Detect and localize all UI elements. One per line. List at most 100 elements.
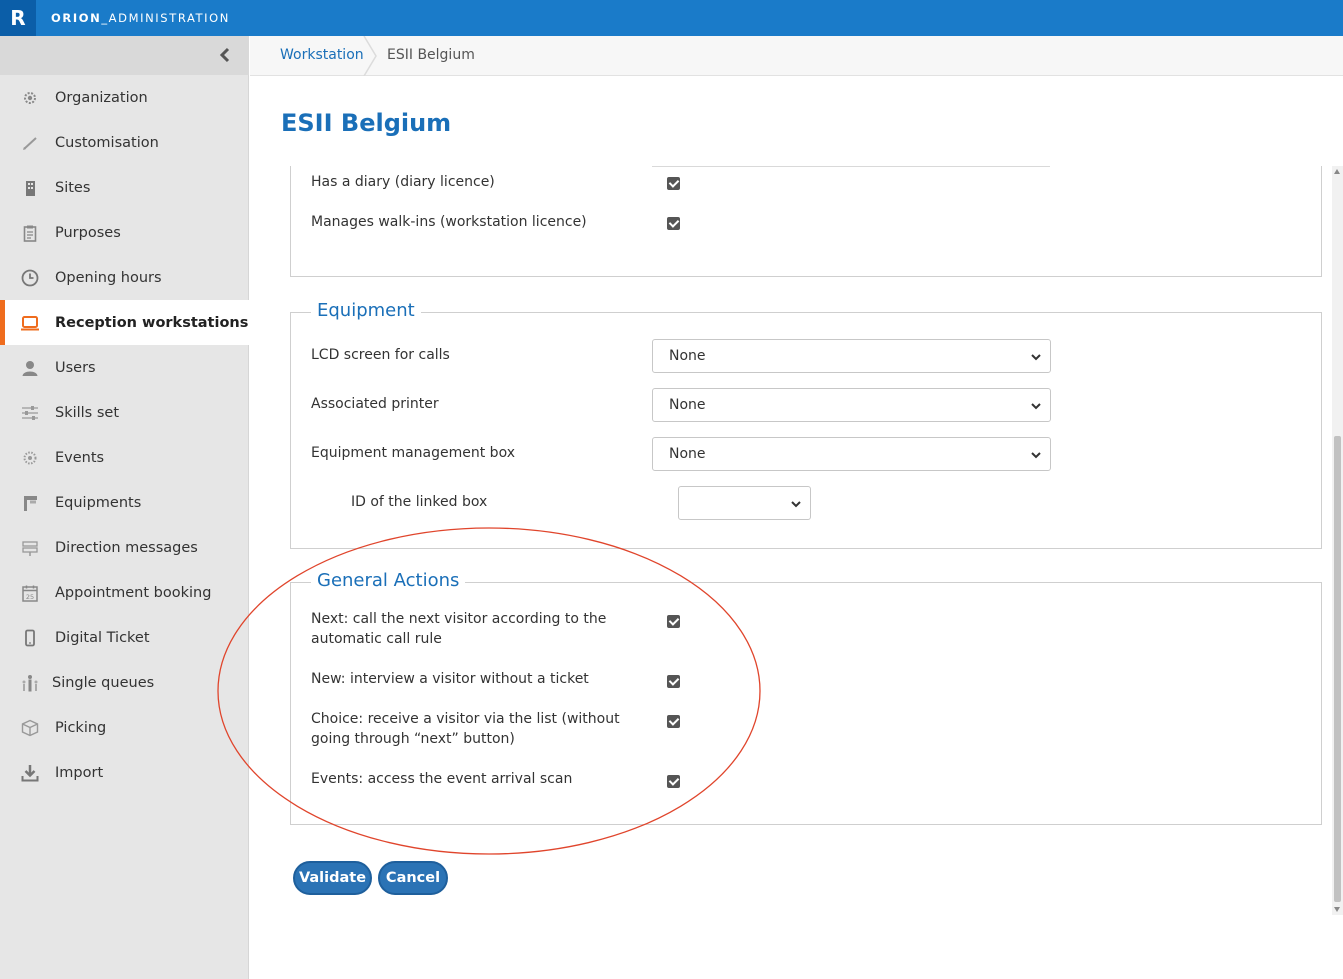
action-next-line1: Next: call the next visitor according to… [311, 611, 607, 627]
sidebar-item-purposes[interactable]: Purposes [0, 210, 249, 255]
sidebar-item-label: Equipments [55, 494, 142, 511]
action-next-label: Next: call the next visitor according to… [311, 609, 606, 649]
lcd-screen-select[interactable]: None [652, 339, 1051, 373]
action-choice-checkbox[interactable] [667, 715, 680, 728]
sidebar-item-label: Skills set [55, 404, 120, 421]
diary-licence-label: Has a diary (diary licence) [311, 174, 495, 190]
gear-cog-icon [20, 88, 40, 108]
printer-value: None [669, 397, 706, 413]
sidebar-item-skills-set[interactable]: Skills set [0, 390, 249, 435]
action-events-checkbox[interactable] [667, 775, 680, 788]
lcd-screen-label: LCD screen for calls [311, 347, 450, 363]
sidebar-item-label: Appointment booking [55, 584, 212, 601]
diary-licence-checkbox[interactable] [667, 177, 680, 190]
sidebar-item-customisation[interactable]: Customisation [0, 120, 249, 165]
signpost-icon [20, 538, 40, 558]
action-new-label: New: interview a visitor without a ticke… [311, 671, 589, 687]
sidebar-item-label: Sites [55, 179, 91, 196]
management-box-value: None [669, 446, 706, 462]
equipment-fieldset: Equipment LCD screen for calls None Asso… [290, 300, 1322, 549]
sidebar-item-label: Events [55, 449, 105, 466]
breadcrumb-separator-icon [363, 36, 377, 76]
management-box-select[interactable]: None [652, 437, 1051, 471]
validate-button[interactable]: Validate [293, 861, 372, 895]
divider [652, 166, 1050, 167]
action-choice-line1: Choice: receive a visitor via the list (… [311, 711, 620, 727]
sidebar-item-reception-workstations[interactable]: Reception workstations [0, 300, 249, 345]
sidebar-collapse-bar [0, 36, 249, 75]
sidebar-item-label: Digital Ticket [55, 629, 150, 646]
app-title: ORION_ADMINISTRATION [51, 11, 230, 25]
sidebar-item-direction-messages[interactable]: Direction messages [0, 525, 249, 570]
top-bar: R ORION_ADMINISTRATION [0, 0, 1343, 36]
cancel-button[interactable]: Cancel [378, 861, 448, 895]
printer-label: Associated printer [311, 396, 439, 412]
sidebar-item-label: Purposes [55, 224, 121, 241]
chevron-down-icon [1031, 403, 1041, 410]
chevron-down-icon [1031, 452, 1041, 459]
sidebar-item-opening-hours[interactable]: Opening hours [0, 255, 249, 300]
scroll-down-arrow-icon[interactable] [1334, 907, 1340, 912]
scroll-up-arrow-icon[interactable] [1334, 169, 1340, 174]
breadcrumb-current: ESII Belgium [387, 47, 475, 63]
chevron-left-icon[interactable] [217, 46, 233, 64]
sidebar-item-appointment-booking[interactable]: 25 Appointment booking [0, 570, 249, 615]
action-next-line2: automatic call rule [311, 631, 442, 647]
building-icon [20, 178, 40, 198]
general-actions-fieldset: General Actions Next: call the next visi… [290, 570, 1322, 825]
action-events-label: Events: access the event arrival scan [311, 771, 573, 787]
sidebar-item-picking[interactable]: Picking [0, 705, 249, 750]
content-scrollbar[interactable] [1332, 166, 1343, 915]
user-icon [20, 358, 40, 378]
chevron-down-icon [791, 501, 801, 508]
equipment-icon [20, 493, 40, 513]
lcd-screen-value: None [669, 348, 706, 364]
walkin-licence-label: Manages walk-ins (workstation licence) [311, 214, 587, 230]
calendar-number: 25 [26, 593, 34, 601]
linked-box-select[interactable] [678, 486, 811, 520]
scroll-thumb[interactable] [1334, 436, 1341, 902]
sidebar-item-events[interactable]: Events [0, 435, 249, 480]
chevron-down-icon [1031, 354, 1041, 361]
action-next-checkbox[interactable] [667, 615, 680, 628]
calendar-icon: 25 [20, 583, 40, 603]
app-logo[interactable]: R [0, 0, 36, 36]
phone-icon [20, 628, 40, 648]
breadcrumb-link-workstation[interactable]: Workstation [280, 47, 364, 63]
sidebar-item-single-queues[interactable]: Single queues [0, 660, 249, 705]
clipboard-icon [20, 223, 40, 243]
clock-icon [20, 268, 40, 288]
page-title: ESII Belgium [281, 109, 452, 137]
sidebar-item-digital-ticket[interactable]: Digital Ticket [0, 615, 249, 660]
linked-box-label: ID of the linked box [351, 494, 488, 510]
sparkle-icon [20, 448, 40, 468]
action-choice-label: Choice: receive a visitor via the list (… [311, 709, 620, 749]
licences-fieldset: Has a diary (diary licence) Manages walk… [290, 166, 1322, 277]
equipment-legend: Equipment [311, 300, 421, 321]
sidebar-item-equipments[interactable]: Equipments [0, 480, 249, 525]
printer-select[interactable]: None [652, 388, 1051, 422]
breadcrumb: Workstation ESII Belgium [250, 36, 1343, 76]
app-title-rest: _ADMINISTRATION [101, 11, 230, 25]
sidebar-item-import[interactable]: Import [0, 750, 249, 795]
action-new-checkbox[interactable] [667, 675, 680, 688]
sidebar-item-users[interactable]: Users [0, 345, 249, 390]
sidebar-item-label: Direction messages [55, 539, 198, 556]
app-title-bold: ORION [51, 11, 102, 25]
sidebar: Organization Customisation Sites Purpose… [0, 36, 249, 979]
general-actions-legend: General Actions [311, 570, 466, 591]
sidebar-item-label: Reception workstations [55, 314, 249, 331]
sidebar-item-label: Customisation [55, 134, 159, 151]
sidebar-item-label: Users [55, 359, 96, 376]
sidebar-item-label: Organization [55, 89, 148, 106]
sliders-icon [20, 403, 40, 423]
sidebar-item-label: Single queues [52, 674, 155, 691]
sidebar-item-organization[interactable]: Organization [0, 75, 249, 120]
laptop-icon [20, 313, 40, 333]
walkin-licence-checkbox[interactable] [667, 217, 680, 230]
sidebar-item-label: Opening hours [55, 269, 162, 286]
sidebar-item-sites[interactable]: Sites [0, 165, 249, 210]
queue-icon [20, 673, 40, 693]
download-icon [20, 763, 40, 783]
action-choice-line2: going through “next” button) [311, 731, 515, 747]
